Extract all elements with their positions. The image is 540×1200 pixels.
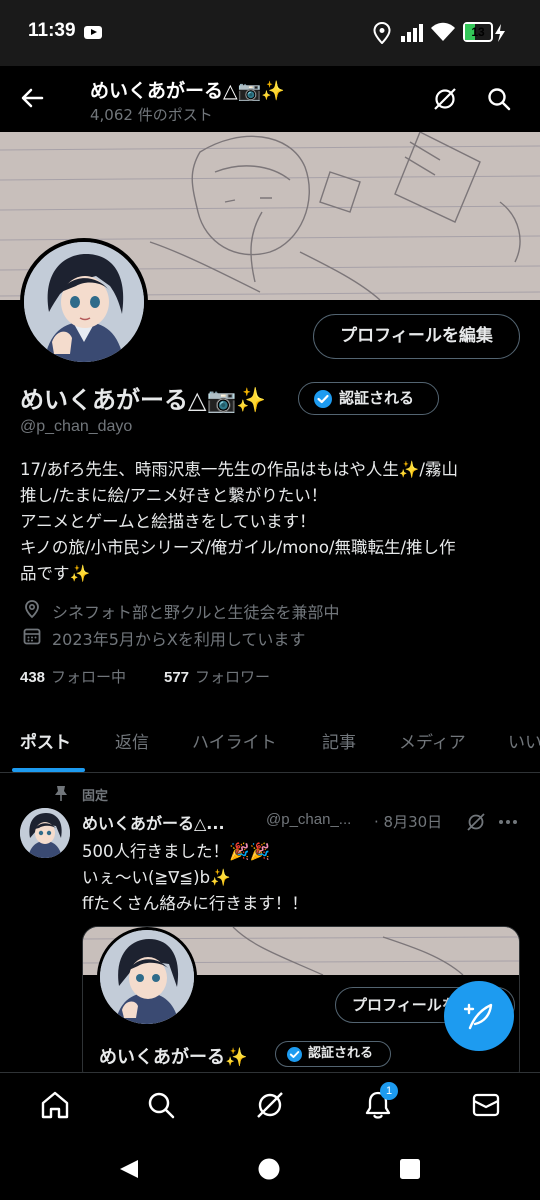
messages-envelope-icon[interactable] xyxy=(471,1090,501,1120)
compose-post-button[interactable] xyxy=(444,981,514,1051)
anime-avatar-image xyxy=(20,808,70,858)
tab-articles[interactable]: 記事 xyxy=(322,728,356,753)
following-count: 438 xyxy=(20,669,46,686)
post-count: 4,062 件のポスト xyxy=(90,106,213,124)
embed-verify-button: 認証される xyxy=(275,1041,391,1067)
pin-icon xyxy=(55,786,67,801)
profile-avatar[interactable] xyxy=(20,238,148,366)
pinned-label: 固定 xyxy=(82,789,109,804)
battery-level: 13 xyxy=(471,25,485,39)
post-author-name[interactable]: めいくあがーる△... xyxy=(82,810,225,834)
following-label: フォロー中 xyxy=(51,668,127,686)
status-bar xyxy=(0,0,540,66)
verified-badge-icon xyxy=(287,1047,302,1062)
charging-icon xyxy=(495,24,505,42)
wifi-icon xyxy=(431,22,455,41)
embed-display-name: めいくあがーる✨ xyxy=(99,1047,248,1068)
followers-count: 577 xyxy=(164,669,190,686)
battery-indicator: 13 xyxy=(463,22,493,42)
user-handle: @p_chan_dayo xyxy=(20,418,133,435)
tab-replies[interactable]: 返信 xyxy=(115,728,149,753)
back-arrow-icon[interactable] xyxy=(20,86,44,110)
notification-badge: 1 xyxy=(380,1082,398,1100)
post-text-line: いぇ〜い(≧∇≦)b✨ xyxy=(82,868,231,887)
embed-verify-label: 認証される xyxy=(308,1046,374,1061)
system-recents-icon[interactable] xyxy=(400,1159,420,1179)
search-icon[interactable] xyxy=(486,86,512,112)
profile-location: シネフォト部と野クルと生徒会を兼部中 xyxy=(52,603,340,622)
post-author-avatar[interactable] xyxy=(20,808,70,858)
home-icon[interactable] xyxy=(40,1090,70,1120)
bio-line: 17/あfろ先生、時雨沢恵一先生の作品はもはや人生✨/霧山 xyxy=(20,460,458,479)
embed-avatar xyxy=(97,927,197,1027)
bio-line: 推し/たまに絵/アニメ好きと繋がりたい！ xyxy=(20,486,328,505)
tab-likes[interactable]: いい xyxy=(508,728,540,753)
more-options-icon[interactable] xyxy=(498,819,518,825)
bio-line: キノの旅/小市民シリーズ/俺ガイル/mono/無職転生/推し作 xyxy=(20,538,456,557)
search-icon[interactable] xyxy=(146,1090,176,1120)
post-text-line: 500人行きました！🎉🎉 xyxy=(82,842,271,861)
bio-line: 品です✨ xyxy=(20,564,91,583)
tabs-divider xyxy=(0,772,540,773)
header-title: めいくあがーる△📷✨ xyxy=(90,80,285,102)
tab-posts[interactable]: ポスト xyxy=(20,728,71,753)
tab-highlights[interactable]: ハイライト xyxy=(192,728,277,753)
get-verified-button[interactable]: 認証される xyxy=(298,382,439,415)
location-icon xyxy=(373,22,391,44)
get-verified-label: 認証される xyxy=(339,389,415,407)
following-link[interactable]: 438 フォロー中 xyxy=(20,666,126,687)
system-back-icon[interactable] xyxy=(118,1158,140,1180)
grok-icon[interactable] xyxy=(432,86,458,112)
youtube-notification-icon xyxy=(84,26,102,39)
joined-date: 2023年5月からXを利用しています xyxy=(52,630,306,649)
edit-profile-button[interactable]: プロフィールを編集 xyxy=(313,314,520,359)
calendar-icon xyxy=(23,628,41,645)
grok-icon[interactable] xyxy=(466,812,486,832)
post-text-line: ffたくさん絡みに行きます！！ xyxy=(82,894,308,913)
compose-feather-icon xyxy=(464,1003,493,1030)
display-name: めいくあがーる△📷✨ xyxy=(20,386,267,414)
post-date: · 8月30日 xyxy=(374,813,443,831)
verified-badge-icon xyxy=(314,390,332,408)
followers-label: フォロワー xyxy=(195,668,271,686)
tab-media[interactable]: メディア xyxy=(399,728,466,753)
grok-icon[interactable] xyxy=(255,1090,285,1120)
anime-avatar-image xyxy=(100,930,194,1024)
signal-icon xyxy=(401,24,423,42)
anime-avatar-image xyxy=(24,242,144,362)
system-home-icon[interactable] xyxy=(258,1158,280,1180)
status-time: 11:39 xyxy=(28,20,76,41)
post-author-handle: @p_chan_... xyxy=(266,811,352,828)
followers-link[interactable]: 577 フォロワー xyxy=(164,666,270,687)
bio-line: アニメとゲームと絵描きをしています！ xyxy=(20,512,316,531)
location-pin-icon xyxy=(25,600,39,619)
